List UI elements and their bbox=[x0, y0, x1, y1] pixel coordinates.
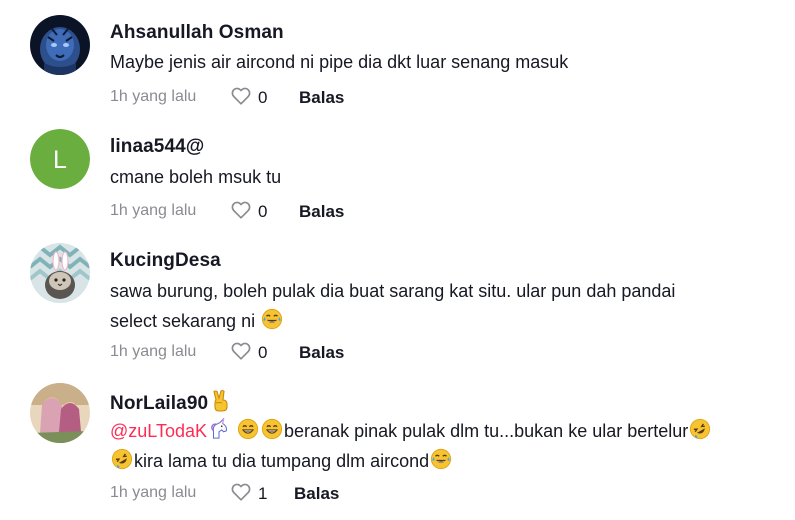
like-count: 0 bbox=[258, 88, 268, 107]
avatar[interactable]: L bbox=[30, 129, 90, 189]
like-heart-icon[interactable] bbox=[230, 85, 252, 107]
grinning-emoji-icon bbox=[237, 418, 259, 440]
comment-author[interactable]: linaa544@ bbox=[110, 136, 204, 158]
comment-item: KucingDesa sawa burung, boleh pulak dia … bbox=[0, 235, 795, 375]
comment-item: L linaa544@ cmane boleh msuk tu 1h yang … bbox=[0, 125, 795, 235]
comment-author[interactable]: KucingDesa bbox=[110, 250, 221, 272]
comment-text-line: @zuLTodaK beranak pinak pulak dlm tu...b… bbox=[110, 416, 790, 446]
mention-link[interactable]: @zuLTodaK bbox=[110, 421, 207, 441]
rolling-laughing-emoji-icon bbox=[111, 448, 133, 470]
like-heart-icon[interactable] bbox=[230, 481, 252, 503]
comment-time: 1h yang lalu bbox=[110, 343, 197, 360]
like-count: 0 bbox=[258, 343, 268, 362]
avatar-letter: L bbox=[53, 146, 67, 174]
comment-text: sawa burung, boleh pulak dia buat sarang… bbox=[110, 276, 780, 336]
author-name: NorLaila90 bbox=[110, 393, 209, 414]
comment-item: NorLaila90 @zuLTodaK beranak pinak pulak… bbox=[0, 375, 795, 520]
comment-text: @zuLTodaK beranak pinak pulak dlm tu...b… bbox=[110, 416, 790, 476]
comment-text-fragment: select sekarang ni bbox=[110, 311, 256, 331]
reply-button[interactable]: Balas bbox=[299, 202, 344, 222]
reply-button[interactable]: Balas bbox=[299, 88, 344, 108]
comment-author[interactable]: NorLaila90 bbox=[110, 389, 234, 415]
letter-avatar-icon: L bbox=[30, 129, 90, 189]
comment-item: Ahsanullah Osman Maybe jenis air aircond… bbox=[0, 0, 795, 125]
victory-hand-emoji-icon bbox=[209, 389, 233, 413]
comment-text-line: sawa burung, boleh pulak dia buat sarang… bbox=[110, 281, 676, 301]
comment-text: cmane boleh msuk tu bbox=[110, 167, 282, 187]
grinning-emoji-icon bbox=[261, 418, 283, 440]
reply-button[interactable]: Balas bbox=[299, 343, 344, 363]
comment-time: 1h yang lalu bbox=[110, 202, 197, 219]
comment-text: Maybe jenis air aircond ni pipe dia dkt … bbox=[110, 52, 569, 72]
avatar[interactable] bbox=[30, 15, 90, 75]
reply-button[interactable]: Balas bbox=[294, 484, 339, 504]
comment-time: 1h yang lalu bbox=[110, 88, 197, 105]
comment-text-line: kira lama tu dia tumpang dlm aircond bbox=[110, 446, 790, 476]
cat-avatar-icon bbox=[30, 243, 90, 303]
like-count: 0 bbox=[258, 202, 268, 221]
photo-avatar-icon bbox=[30, 383, 90, 443]
comment-author[interactable]: Ahsanullah Osman bbox=[110, 22, 284, 44]
rolling-laughing-emoji-icon bbox=[689, 418, 711, 440]
like-heart-icon[interactable] bbox=[230, 199, 252, 221]
tears-of-joy-emoji-icon bbox=[430, 448, 452, 470]
comment-text-fragment: beranak pinak pulak dlm tu...bukan ke ul… bbox=[284, 421, 689, 441]
comment-time: 1h yang lalu bbox=[110, 484, 197, 501]
like-count: 1 bbox=[258, 484, 268, 503]
comment-text-fragment: kira lama tu dia tumpang dlm aircond bbox=[134, 451, 430, 471]
like-heart-icon[interactable] bbox=[230, 340, 252, 362]
tears-of-joy-emoji-icon bbox=[261, 308, 283, 330]
avatar[interactable] bbox=[30, 383, 90, 443]
unicorn-emoji-icon bbox=[208, 418, 230, 440]
tiger-icon bbox=[30, 15, 90, 75]
avatar[interactable] bbox=[30, 243, 90, 303]
comment-text-line: select sekarang ni bbox=[110, 306, 780, 336]
